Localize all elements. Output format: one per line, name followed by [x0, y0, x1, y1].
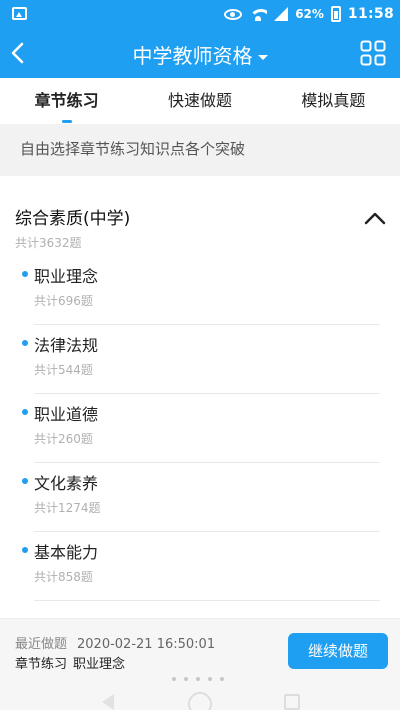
recent-info: 最近做题 2020-02-21 16:50:01 — [15, 633, 215, 652]
image-notification-icon — [12, 7, 27, 20]
battery-icon — [330, 6, 341, 22]
item-name: 文化素养 — [34, 474, 99, 493]
recent-practice-bar: 最近做题 2020-02-21 16:50:01 章节练习 职业理念 继续做题 — [0, 618, 400, 680]
list-item[interactable]: 法律法规 共计544题 — [0, 325, 400, 394]
status-icons: 62% 11:58 — [224, 5, 394, 23]
bullet-dot-icon — [22, 271, 28, 277]
tab-bar: 章节练习 快速做题 模拟真题 — [0, 78, 400, 124]
tab-quick-practice[interactable]: 快速做题 — [133, 78, 266, 124]
tab-label: 模拟真题 — [301, 91, 366, 110]
system-navigation-bar — [0, 677, 400, 710]
item-name: 职业理念 — [34, 267, 99, 286]
section-header[interactable]: 综合素质(中学) 共计3632题 — [0, 196, 400, 256]
chapter-list: 职业理念 共计696题 法律法规 共计544题 职业道德 共计260题 文化素养… — [0, 256, 400, 601]
recent-detail: 章节练习 职业理念 — [15, 653, 125, 672]
system-recents-icon[interactable] — [284, 694, 300, 710]
tab-chapter-practice[interactable]: 章节练习 — [0, 78, 133, 124]
item-count: 共计544题 — [34, 363, 93, 377]
page-title: 中学教师资格 — [132, 44, 253, 68]
grid-icon — [360, 40, 386, 66]
item-count: 共计858题 — [34, 570, 93, 584]
item-name: 法律法规 — [34, 336, 99, 355]
bullet-dot-icon — [22, 547, 28, 553]
list-item[interactable]: 职业理念 共计696题 — [0, 256, 400, 325]
section-count: 共计3632题 — [15, 236, 82, 250]
exam-selector[interactable]: 中学教师资格 — [0, 40, 400, 69]
system-home-icon[interactable] — [188, 692, 212, 710]
wifi-icon — [249, 7, 268, 21]
recent-mode: 章节练习 — [15, 657, 68, 672]
tab-label: 章节练习 — [34, 91, 99, 110]
item-count: 共计1274题 — [34, 501, 101, 515]
hint-banner: 自由选择章节练习知识点各个突破 — [0, 124, 400, 176]
system-back-icon[interactable] — [102, 694, 114, 710]
page-dots — [172, 677, 224, 681]
divider — [34, 600, 380, 601]
menu-grid-button[interactable] — [356, 36, 390, 70]
eye-comfort-icon — [224, 8, 243, 20]
recent-label: 最近做题 — [15, 637, 68, 652]
item-count: 共计696题 — [34, 294, 93, 308]
tab-active-indicator — [61, 120, 72, 123]
chevron-up-icon — [364, 212, 386, 225]
app-header: 62% 11:58 中学教师资格 — [0, 0, 400, 78]
battery-percent: 62% — [295, 7, 324, 21]
tab-label: 快速做题 — [167, 91, 232, 110]
bullet-dot-icon — [22, 409, 28, 415]
cell-signal-icon — [274, 7, 289, 21]
item-name: 职业道德 — [34, 405, 99, 424]
item-count: 共计260题 — [34, 432, 93, 446]
list-item[interactable]: 基本能力 共计858题 — [0, 532, 400, 601]
list-item[interactable]: 职业道德 共计260题 — [0, 394, 400, 463]
clock: 11:58 — [347, 6, 394, 22]
nav-bar: 中学教师资格 — [0, 28, 400, 78]
hint-text: 自由选择章节练习知识点各个突破 — [20, 140, 246, 158]
list-item[interactable]: 文化素养 共计1274题 — [0, 463, 400, 532]
collapse-button[interactable] — [364, 210, 390, 230]
section-title: 综合素质(中学) — [15, 209, 131, 229]
continue-button[interactable]: 继续做题 — [288, 633, 388, 669]
tab-mock-exam[interactable]: 模拟真题 — [267, 78, 400, 124]
status-bar: 62% 11:58 — [0, 0, 400, 28]
item-name: 基本能力 — [34, 543, 99, 562]
bullet-dot-icon — [22, 340, 28, 346]
recent-chapter: 职业理念 — [73, 657, 126, 672]
bullet-dot-icon — [22, 478, 28, 484]
recent-timestamp: 2020-02-21 16:50:01 — [77, 637, 216, 652]
caret-down-icon — [257, 55, 268, 60]
